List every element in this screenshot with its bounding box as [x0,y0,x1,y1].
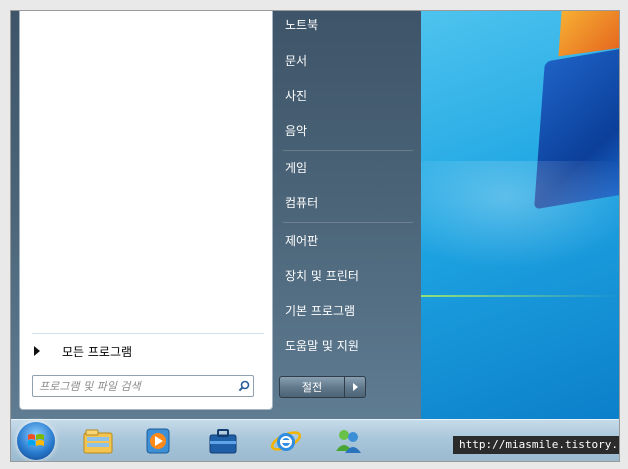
menu-item-documents[interactable]: 문서 [285,51,307,71]
menu-separator [283,222,413,223]
all-programs-label: 모든 프로그램 [62,344,133,359]
chevron-right-icon [352,383,358,391]
wallpaper-flag-orange [558,11,619,57]
windows-explorer-icon[interactable] [81,425,115,457]
menu-item-default-programs[interactable]: 기본 프로그램 [285,301,355,321]
windows-logo-icon [28,434,44,446]
search-box[interactable] [32,375,254,397]
menu-item-help-support[interactable]: 도움말 및 지원 [285,336,359,356]
all-programs-button[interactable]: 모든 프로그램 [34,341,132,361]
screen-frame: 모든 프로그램 노트북 문서 사진 음악 게임 컴퓨터 제어판 [10,10,620,462]
search-icon[interactable] [235,377,253,395]
start-menu-programs-pane: 모든 프로그램 [19,11,273,410]
menu-item-pictures[interactable]: 사진 [285,86,307,106]
shutdown-options-button[interactable] [345,376,366,398]
wallpaper-green-line [421,295,619,297]
internet-explorer-icon[interactable] [269,425,303,457]
right-arrow-icon [34,346,40,356]
media-player-icon[interactable] [141,425,175,457]
start-orb-icon[interactable] [17,422,55,460]
menu-separator [283,150,413,151]
wallpaper-light-streak [421,161,619,281]
programs-divider [32,333,264,334]
menu-item-games[interactable]: 게임 [285,158,307,178]
menu-item-notebook[interactable]: 노트북 [285,15,318,35]
start-menu-places-pane: 노트북 문서 사진 음악 게임 컴퓨터 제어판 장치 및 프린터 기본 프로그램… [275,11,417,419]
sleep-button[interactable]: 절전 [279,376,345,398]
menu-item-music[interactable]: 음악 [285,121,307,141]
watermark-url: http://miasmile.tistory.com [453,436,619,454]
shutdown-control: 절전 [279,376,367,398]
messenger-icon[interactable] [331,425,365,457]
menu-item-control-panel[interactable]: 제어판 [285,231,318,251]
menu-item-devices-printers[interactable]: 장치 및 프린터 [285,266,359,286]
menu-item-computer[interactable]: 컴퓨터 [285,193,318,213]
desktop-wallpaper [421,11,619,419]
start-menu: 모든 프로그램 노트북 문서 사진 음악 게임 컴퓨터 제어판 [11,11,421,419]
search-input[interactable] [33,378,235,394]
taskbar: http://miasmile.tistory.com [11,419,619,461]
briefcase-icon[interactable] [206,425,240,457]
